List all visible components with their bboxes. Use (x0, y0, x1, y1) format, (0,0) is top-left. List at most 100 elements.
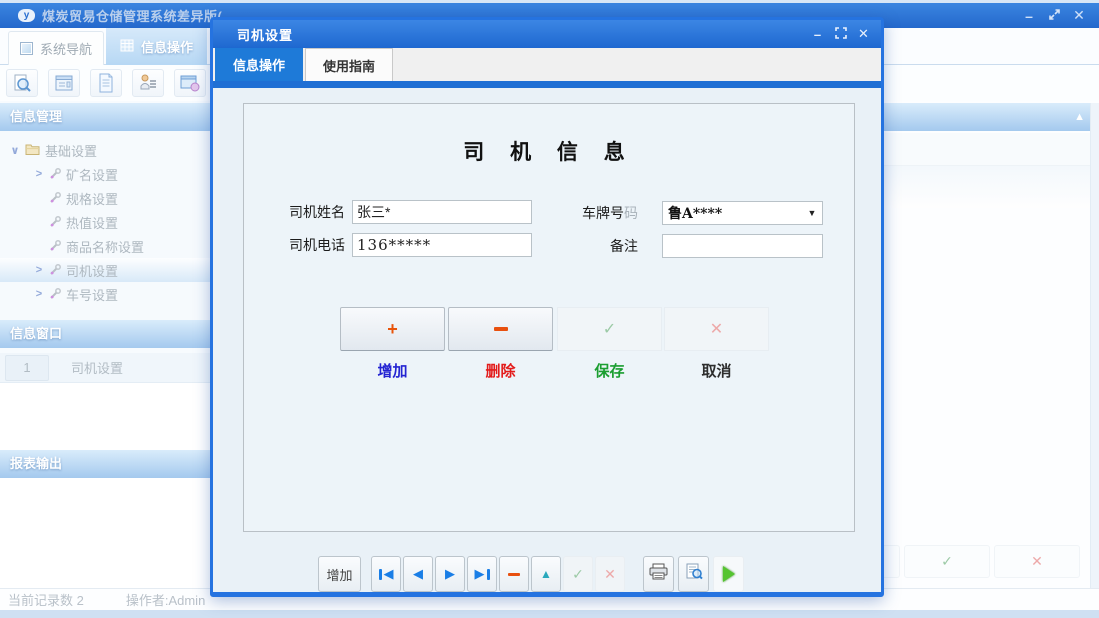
driver-name-input[interactable] (352, 200, 532, 224)
background-save-button[interactable]: ✓ (904, 545, 990, 578)
form-heading: 司 机 信 息 (243, 136, 855, 166)
driver-settings-dialog: 司机设置 – ✕ 信息操作 使用指南 司 机 信 息 司机姓名 (210, 17, 884, 597)
save-button[interactable]: ✓ (557, 307, 662, 351)
tab-system-navigation[interactable]: 系统导航 (8, 31, 104, 65)
window-list-index: 1 (5, 355, 49, 381)
dialog-tab-info-operation[interactable]: 信息操作 (215, 48, 303, 81)
section-header-report-output: 报表输出 (0, 450, 210, 478)
tree-item-spec[interactable]: 规格设置 (0, 186, 210, 210)
collapse-icon[interactable]: ▲ (1074, 111, 1085, 123)
app-logo: y (18, 9, 35, 22)
background-cancel-button[interactable]: ✕ (994, 545, 1080, 578)
close-icon[interactable]: ✕ (856, 26, 871, 42)
window-view-icon[interactable] (174, 69, 206, 97)
plate-number-value: 鲁A**** (663, 203, 802, 223)
maximize-icon[interactable] (833, 27, 848, 42)
tree-item-mine-name[interactable]: > 矿名设置 (0, 162, 210, 186)
remark-input[interactable] (662, 234, 823, 258)
check-icon: ✓ (572, 566, 584, 583)
window-frame-bottom (0, 610, 1099, 618)
last-record-button[interactable]: ▶ (467, 556, 497, 592)
tools-icon (49, 192, 61, 204)
main-window-title: 煤炭贸易仓储管理系统差异版( (42, 6, 222, 25)
sidebar: 信息管理 ∨ 基础设置 > 矿名设置 规格设置 (0, 101, 210, 588)
delete-record-button[interactable] (499, 556, 529, 592)
play-icon (723, 566, 735, 582)
chevron-down-icon[interactable]: ▼ (802, 208, 822, 218)
chevron-down-icon[interactable]: ∨ (8, 144, 22, 157)
check-icon: ✓ (603, 319, 616, 339)
edit-record-button[interactable]: ▲ (531, 556, 561, 592)
tree-item-vehicle-number[interactable]: > 车号设置 (0, 282, 210, 306)
tools-icon (49, 288, 61, 300)
driver-phone-label: 司机电话 (233, 233, 345, 257)
arrow-left-icon: ◀ (384, 566, 394, 582)
print-preview-button[interactable] (678, 556, 709, 592)
arrow-left-icon: ◀ (413, 566, 423, 582)
up-triangle-icon: ▲ (540, 567, 552, 581)
tree-item-product-name[interactable]: 商品名称设置 (0, 234, 210, 258)
check-icon: ✓ (941, 553, 953, 570)
print-button[interactable] (643, 556, 674, 592)
arrow-right-icon: ▶ (475, 566, 485, 582)
scrollbar[interactable] (1090, 103, 1099, 588)
post-record-button[interactable]: ✓ (563, 556, 593, 592)
plus-icon: + (387, 319, 398, 340)
remark-label: 备注 (533, 234, 638, 258)
next-record-button[interactable]: ▶ (435, 556, 465, 592)
window-list-item[interactable]: 1 司机设置 (0, 353, 210, 383)
run-button[interactable] (713, 556, 744, 592)
chevron-right-icon[interactable]: > (32, 168, 46, 180)
cancel-record-button[interactable]: ✕ (595, 556, 625, 592)
preview-document-icon[interactable] (6, 69, 38, 97)
printer-icon (649, 563, 668, 585)
form-view-icon[interactable] (48, 69, 80, 97)
first-record-button[interactable]: ◀ (371, 556, 401, 592)
driver-phone-input[interactable] (352, 233, 532, 257)
cross-icon: ✕ (710, 319, 723, 339)
square-icon (20, 42, 33, 55)
tools-icon (49, 168, 61, 180)
navigation-tree: ∨ 基础设置 > 矿名设置 规格设置 热值设置 (0, 131, 210, 320)
cross-icon: ✕ (604, 566, 616, 583)
minus-icon (508, 573, 520, 576)
new-document-icon[interactable] (90, 69, 122, 97)
dialog-tab-user-guide[interactable]: 使用指南 (305, 48, 393, 81)
minus-icon (494, 327, 508, 331)
previous-record-button[interactable]: ◀ (403, 556, 433, 592)
add-button-label: 增加 (340, 360, 445, 381)
section-header-info-management: 信息管理 (0, 103, 210, 131)
record-count: 当前记录数 2 (8, 590, 84, 609)
tree-item-heat-value[interactable]: 热值设置 (0, 210, 210, 234)
driver-name-label: 司机姓名 (233, 200, 345, 224)
tools-icon (49, 264, 61, 276)
preview-icon (685, 563, 703, 585)
arrow-right-icon: ▶ (445, 566, 455, 582)
cross-icon: ✕ (1031, 553, 1043, 570)
section-header-info-windows: 信息窗口 (0, 320, 210, 348)
add-button[interactable]: + (340, 307, 445, 351)
chevron-right-icon[interactable]: > (32, 264, 46, 276)
user-report-icon[interactable] (132, 69, 164, 97)
delete-button[interactable] (448, 307, 553, 351)
navigator-add-button[interactable]: 增加 (318, 556, 361, 592)
cancel-button[interactable]: ✕ (664, 307, 769, 351)
folder-icon (25, 144, 40, 156)
save-button-label: 保存 (557, 360, 662, 381)
restore-icon[interactable] (1046, 8, 1062, 24)
minimize-icon[interactable]: – (1021, 8, 1037, 24)
delete-button-label: 删除 (448, 360, 553, 381)
minimize-icon[interactable]: – (810, 27, 825, 42)
close-icon[interactable]: ✕ (1071, 7, 1087, 24)
dialog-title: 司机设置 (237, 25, 293, 44)
operator-label: 操作者:Admin (126, 590, 205, 609)
grid-icon (120, 39, 134, 55)
plate-number-combobox[interactable]: 鲁A**** ▼ (662, 201, 823, 225)
tree-root-basic-settings[interactable]: ∨ 基础设置 (0, 138, 210, 162)
app-window: y 煤炭贸易仓储管理系统差异版( – ✕ 系统导航 信息操作 (0, 0, 1099, 618)
dialog-titlebar: 司机设置 – ✕ (213, 20, 881, 48)
tools-icon (49, 240, 61, 252)
chevron-right-icon[interactable]: > (32, 288, 46, 300)
tab-info-operation[interactable]: 信息操作 (106, 28, 207, 65)
tree-item-driver-settings[interactable]: > 司机设置 (0, 258, 210, 282)
